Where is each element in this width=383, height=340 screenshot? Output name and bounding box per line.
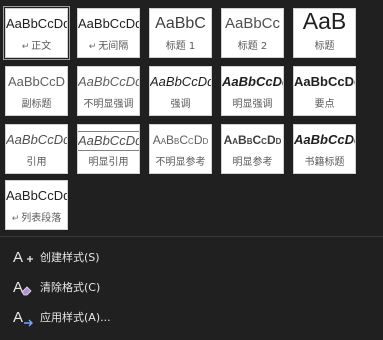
style-tile-intense-emphasis[interactable]: AaBbCcDd 明显强调: [221, 66, 284, 116]
paragraph-mark-icon: ↵: [21, 42, 30, 52]
styles-menu: A 创建样式(S) A 清除格式(C) A 应用样式(A)...: [0, 242, 383, 332]
style-tile-normal[interactable]: AaBbCcDd ↵ 正文: [3, 6, 70, 60]
svg-text:A: A: [13, 279, 23, 296]
style-name: 书籍标题: [304, 157, 345, 168]
style-tile-book-title[interactable]: AaBbCcDd 书籍标题: [293, 124, 356, 174]
style-sample: AaBbCcDd: [6, 132, 67, 147]
clear-formatting-label: 清除格式(C): [40, 281, 101, 294]
clear-formatting-icon: A: [13, 279, 32, 296]
style-tile-emphasis[interactable]: AaBbCcDd 强调: [149, 66, 212, 116]
apply-styles-label: 应用样式(A)...: [40, 311, 111, 324]
style-name: 要点: [314, 99, 335, 110]
create-style-label: 创建样式(S): [40, 251, 100, 264]
paragraph-mark-icon: ↵: [88, 42, 97, 52]
style-tile-intense-quote[interactable]: AaBbCcDd 明显引用: [77, 124, 140, 174]
style-name: 副标题: [21, 99, 52, 110]
style-name: 明显引用: [88, 157, 129, 168]
style-sample: AaB: [302, 10, 347, 34]
style-tile-list-paragraph[interactable]: AaBbCcDd ↵ 列表段落: [5, 180, 68, 230]
style-name: 不明显强调: [83, 99, 134, 110]
style-name: 标题 1: [165, 41, 196, 52]
style-name: 正文: [31, 41, 52, 52]
apply-styles-menu-item[interactable]: A 应用样式(A)...: [0, 302, 383, 332]
style-sample: AaBbCcDd: [222, 74, 283, 89]
style-tile-subtle-emphasis[interactable]: AaBbCcDd 不明显强调: [77, 66, 140, 116]
style-name: 强调: [170, 99, 191, 110]
style-sample: AaBbCcDd: [294, 132, 355, 147]
create-style-menu-item[interactable]: A 创建样式(S): [0, 242, 383, 272]
style-tile-intense-reference[interactable]: AaBbCcDd 明显参考: [221, 124, 284, 174]
style-tile-no-spacing[interactable]: AaBbCcDd ↵ 无间隔: [77, 8, 140, 58]
create-style-icon: A: [13, 249, 33, 266]
style-sample: AaBbCcDd: [78, 16, 139, 31]
style-name: 明显强调: [232, 99, 273, 110]
style-tile-quote[interactable]: AaBbCcDd 引用: [5, 124, 68, 174]
style-sample: AaBbCcD: [7, 74, 66, 89]
style-sample: AaBbCcDd: [152, 133, 209, 147]
svg-text:A: A: [13, 309, 23, 326]
style-sample: AaBbCcDd: [6, 16, 67, 31]
style-name: 不明显参考: [155, 157, 206, 168]
style-name: 标题: [314, 41, 335, 52]
style-sample: AaBbCcDd: [294, 74, 355, 89]
clear-formatting-menu-item[interactable]: A 清除格式(C): [0, 272, 383, 302]
style-gallery: AaBbCcDd ↵ 正文 AaBbCcDd ↵ 无间隔 AaBbC 标题 1 Aa…: [0, 0, 383, 236]
style-tile-subtitle[interactable]: AaBbCcD 副标题: [5, 66, 68, 116]
style-name: 标题 2: [237, 41, 268, 52]
style-tile-heading-1[interactable]: AaBbC 标题 1: [149, 8, 212, 58]
apply-styles-icon: A: [13, 309, 33, 327]
style-sample: AaBbCcDd: [78, 131, 139, 151]
style-sample: AaBbCcDd: [223, 133, 282, 147]
style-sample: AaBbCcDd: [150, 74, 211, 89]
paragraph-mark-icon: ↵: [11, 214, 20, 224]
style-sample: AaBbC: [155, 15, 206, 32]
style-name: 无间隔: [98, 41, 129, 52]
style-name: 列表段落: [21, 213, 62, 224]
style-name: 明显参考: [232, 157, 273, 168]
style-tile-title[interactable]: AaB 标题: [293, 8, 356, 58]
style-sample: AaBbCc: [224, 15, 281, 32]
style-tile-strong[interactable]: AaBbCcDd 要点: [293, 66, 356, 116]
style-tile-subtle-reference[interactable]: AaBbCcDd 不明显参考: [149, 124, 212, 174]
style-sample: AaBbCcDd: [78, 74, 139, 89]
svg-text:A: A: [13, 249, 23, 266]
menu-divider: [0, 236, 383, 237]
style-tile-heading-2[interactable]: AaBbCc 标题 2: [221, 8, 284, 58]
style-sample: AaBbCcDd: [6, 188, 67, 203]
style-name: 引用: [26, 157, 47, 168]
